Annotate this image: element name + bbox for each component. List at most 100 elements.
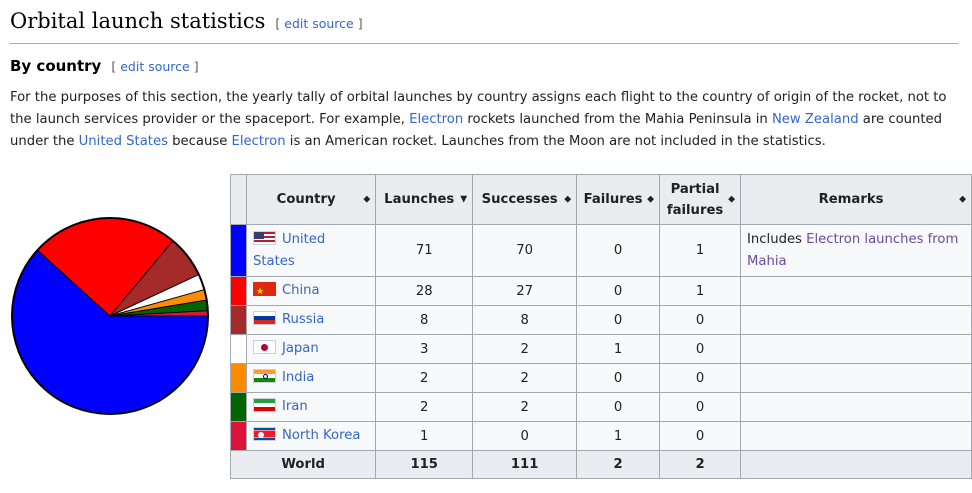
remarks-cell xyxy=(740,334,972,364)
electron-link-2[interactable]: Electron xyxy=(232,134,286,149)
table-row: Iran 2 2 0 0 xyxy=(230,392,972,422)
united-states-link[interactable]: United States xyxy=(79,134,168,149)
intro-paragraph: For the purposes of this section, the ye… xyxy=(10,90,947,149)
table-row: North Korea 1 0 1 0 xyxy=(230,421,972,451)
jp-flag-icon xyxy=(252,340,276,354)
country-cell: Japan xyxy=(245,334,377,364)
color-column-header xyxy=(230,174,247,225)
electron-link[interactable]: Electron xyxy=(409,112,463,127)
country-cell: Iran xyxy=(245,392,377,422)
section-edit-link[interactable]: edit source xyxy=(284,16,353,31)
remarks-cell xyxy=(740,305,972,335)
kp-flag-icon xyxy=(252,427,276,441)
ru-flag-icon xyxy=(252,311,276,325)
launches-cell: 2 xyxy=(375,392,474,422)
subsection-title: By country xyxy=(10,57,102,75)
launches-by-country-table: Country ◆ Launches ▼ Successes ◆ Failures ◆ … xyxy=(229,174,972,479)
launches-cell: 2 xyxy=(375,363,474,393)
launches-cell: 28 xyxy=(375,276,474,306)
cn-flag-icon xyxy=(252,281,276,303)
failures-cell: 0 xyxy=(576,363,661,393)
sort-icon[interactable]: ◆ xyxy=(959,189,966,210)
total-partial-failures: 2 xyxy=(659,450,742,479)
row-color-swatch xyxy=(230,363,247,393)
new-zealand-link[interactable]: New Zealand xyxy=(772,112,859,127)
total-remarks xyxy=(740,450,972,479)
in-flag-icon xyxy=(252,369,276,383)
launches-cell: 3 xyxy=(375,334,474,364)
row-color-swatch xyxy=(230,392,247,422)
row-color-swatch xyxy=(230,276,247,306)
sort-icon[interactable]: ◆ xyxy=(363,189,370,210)
table-header-row: Country ◆ Launches ▼ Successes ◆ Failures ◆ … xyxy=(230,174,972,225)
us-flag-icon xyxy=(252,230,276,245)
partial-failures-cell: 0 xyxy=(659,305,742,335)
failures-cell: 1 xyxy=(576,421,661,451)
subsection-edit-section: [ edit source ] xyxy=(111,59,199,74)
failures-column-header[interactable]: Failures ◆ xyxy=(576,174,661,225)
sort-icon[interactable]: ◆ xyxy=(728,189,735,210)
total-row: World 115 111 2 2 xyxy=(229,450,972,479)
country-cell: North Korea xyxy=(245,421,377,451)
partial-failures-cell: 0 xyxy=(659,421,742,451)
sort-desc-icon[interactable]: ▼ xyxy=(460,189,467,210)
successes-column-header[interactable]: Successes ◆ xyxy=(472,174,578,225)
section-heading: Orbital launch statistics [ edit source ] xyxy=(10,8,958,44)
table-row: India 2 2 0 0 xyxy=(230,363,972,393)
failures-cell: 1 xyxy=(576,334,661,364)
successes-cell: 0 xyxy=(472,421,578,451)
country-cell: Russia xyxy=(245,305,377,335)
sort-icon[interactable]: ◆ xyxy=(564,189,571,210)
country-column-header[interactable]: Country ◆ xyxy=(245,174,377,225)
remarks-cell xyxy=(740,392,972,422)
failures-cell: 0 xyxy=(576,392,661,422)
total-launches: 115 xyxy=(375,450,474,479)
ir-flag-icon xyxy=(252,398,276,412)
sort-icon[interactable]: ◆ xyxy=(647,189,654,210)
successes-cell: 8 xyxy=(472,305,578,335)
table-row: Japan 3 2 1 0 xyxy=(230,334,972,364)
partial-failures-cell: 0 xyxy=(659,392,742,422)
subsection-edit-link[interactable]: edit source xyxy=(120,59,189,74)
remarks-cell xyxy=(740,421,972,451)
country-link[interactable]: Iran xyxy=(282,399,308,414)
total-failures: 2 xyxy=(576,450,661,479)
row-color-swatch xyxy=(230,421,247,451)
launches-pie-chart xyxy=(11,217,209,415)
remarks-cell xyxy=(740,363,972,393)
successes-cell: 27 xyxy=(472,276,578,306)
table-row: Russia 8 8 0 0 xyxy=(230,305,972,335)
subsection-heading: By country [ edit source ] xyxy=(10,56,199,77)
total-label: World xyxy=(229,450,377,479)
section-edit-section: [ edit source ] xyxy=(275,16,363,31)
launches-cell: 8 xyxy=(375,305,474,335)
country-link[interactable]: Japan xyxy=(282,341,319,356)
launches-cell: 1 xyxy=(375,421,474,451)
table-row: United States 71 70 0 1 Includes Electro… xyxy=(230,224,972,277)
row-color-swatch xyxy=(230,305,247,335)
total-successes: 111 xyxy=(472,450,578,479)
row-color-swatch xyxy=(230,224,247,277)
country-link[interactable]: Russia xyxy=(282,312,324,327)
remarks-column-header[interactable]: Remarks ◆ xyxy=(740,174,972,225)
failures-cell: 0 xyxy=(576,224,661,277)
partial-failures-cell: 1 xyxy=(659,276,742,306)
partial-failures-cell: 0 xyxy=(659,334,742,364)
successes-cell: 70 xyxy=(472,224,578,277)
partial-failures-cell: 1 xyxy=(659,224,742,277)
successes-cell: 2 xyxy=(472,334,578,364)
launches-column-header[interactable]: Launches ▼ xyxy=(375,174,474,225)
table-row: China 28 27 0 1 xyxy=(230,276,972,306)
country-link[interactable]: India xyxy=(282,370,314,385)
partial-failures-cell: 0 xyxy=(659,363,742,393)
country-cell: United States xyxy=(245,224,377,277)
country-link[interactable]: North Korea xyxy=(282,428,360,443)
country-link[interactable]: China xyxy=(282,283,320,298)
launches-cell: 71 xyxy=(375,224,474,277)
remarks-cell xyxy=(740,276,972,306)
failures-cell: 0 xyxy=(576,276,661,306)
partial-failures-column-header[interactable]: Partial failures ◆ xyxy=(659,174,742,225)
section-title: Orbital launch statistics xyxy=(10,9,266,33)
remarks-cell: Includes Electron launches from Mahia xyxy=(740,224,972,277)
row-color-swatch xyxy=(230,334,247,364)
